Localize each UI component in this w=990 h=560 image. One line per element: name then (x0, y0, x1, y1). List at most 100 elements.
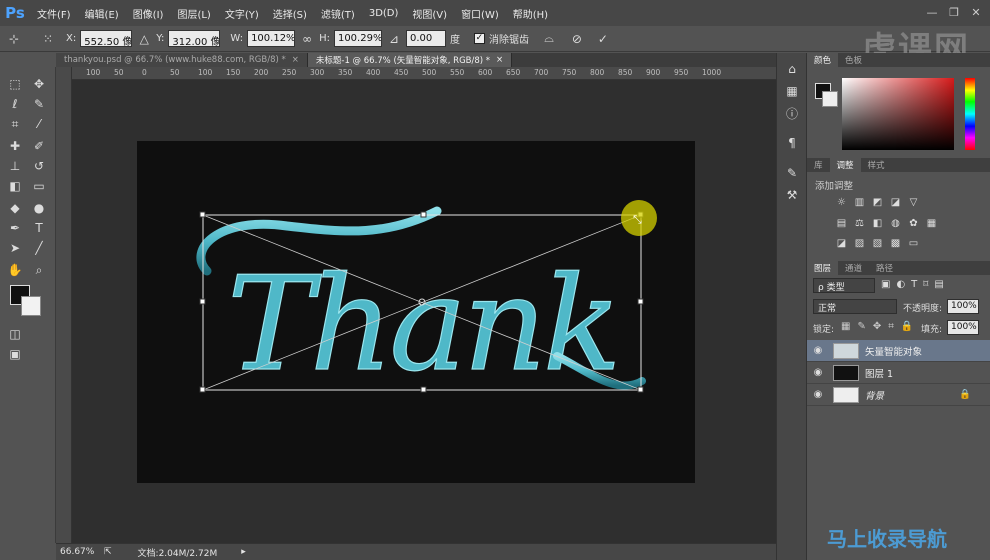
menu-image[interactable]: 图像(I) (126, 6, 171, 21)
color-picker-field[interactable] (842, 78, 954, 150)
export-icon[interactable]: ⇱ (104, 547, 112, 557)
fill-input[interactable]: 100% (947, 320, 979, 335)
close-icon[interactable]: × (292, 55, 299, 65)
layer-row-background[interactable]: ◉ 背景 🔒 (807, 384, 990, 406)
hand-tool-icon[interactable]: ✋ (4, 261, 26, 279)
layer-row-layer1[interactable]: ◉ 图层 1 (807, 362, 990, 384)
marquee-tool-icon[interactable]: ⬚ (4, 75, 26, 93)
menu-select[interactable]: 选择(S) (266, 6, 314, 21)
eyedropper-tool-icon[interactable]: ⁄ (28, 115, 50, 133)
selective-color-icon[interactable]: ▭ (907, 237, 920, 249)
hue-saturation-icon[interactable]: ▤ (835, 217, 848, 229)
history-brush-tool-icon[interactable]: ↺ (28, 157, 50, 175)
menu-type[interactable]: 文字(Y) (218, 6, 266, 21)
paragraph-panel-icon[interactable]: ¶ (784, 135, 800, 151)
cancel-transform-icon[interactable]: ⊘ (569, 31, 585, 47)
menu-help[interactable]: 帮助(H) (506, 6, 555, 21)
zoom-tool-icon[interactable]: ⌕ (28, 261, 50, 279)
tab-layers[interactable]: 图层 (807, 261, 839, 275)
color-lookup-icon[interactable]: ▦ (925, 217, 938, 229)
y-position-input[interactable]: 312.00 像素 (168, 30, 221, 47)
photo-filter-icon[interactable]: ◍ (889, 217, 902, 229)
clone-stamp-tool-icon[interactable]: ⊥ (4, 157, 26, 175)
line-tool-icon[interactable]: ╱ (28, 239, 50, 257)
vibrance-icon[interactable]: ▽ (907, 196, 920, 208)
gradient-map-icon[interactable]: ▩ (889, 237, 902, 249)
menu-file[interactable]: 文件(F) (30, 6, 78, 21)
width-input[interactable]: 100.12% (247, 30, 296, 47)
exposure-icon[interactable]: ◪ (889, 196, 902, 208)
black-white-icon[interactable]: ◧ (871, 217, 884, 229)
properties-panel-icon[interactable]: ▦ (784, 83, 800, 99)
posterize-icon[interactable]: ▨ (853, 237, 866, 249)
levels-icon[interactable]: ▥ (853, 196, 866, 208)
menu-3d[interactable]: 3D(D) (362, 8, 406, 19)
move-tool-icon[interactable]: ✥ (28, 75, 50, 93)
color-balance-icon[interactable]: ⚖ (853, 217, 866, 229)
tab-channels[interactable]: 通道 (838, 261, 869, 275)
warp-mode-icon[interactable]: ⌓ (541, 31, 557, 47)
status-menu-arrow-icon[interactable]: ▸ (241, 547, 246, 557)
path-select-tool-icon[interactable]: ➤ (4, 239, 26, 257)
lock-icons[interactable]: ▦✎✥⌗🔒 (841, 321, 920, 332)
pen-tool-icon[interactable]: ✒ (4, 219, 26, 237)
tool-presets-icon[interactable]: ⚒ (784, 187, 800, 203)
x-position-input[interactable]: 552.50 像素 (80, 30, 133, 47)
commit-transform-icon[interactable]: ✓ (595, 31, 611, 47)
eye-icon[interactable]: ◉ (807, 367, 829, 378)
hue-slider[interactable] (965, 78, 975, 150)
zoom-level[interactable]: 66.67% (60, 547, 96, 557)
tab-paths[interactable]: 路径 (869, 261, 900, 275)
eye-icon[interactable]: ◉ (807, 345, 829, 356)
color-bg-swatch[interactable] (822, 91, 838, 107)
crop-tool-icon[interactable]: ⌗ (4, 115, 26, 133)
blur-tool-icon[interactable]: ◆ (4, 199, 26, 217)
restore-button[interactable]: ❐ (944, 3, 964, 21)
menu-filter[interactable]: 滤镜(T) (314, 6, 362, 21)
brush-tool-icon[interactable]: ✐ (28, 137, 50, 155)
quick-select-tool-icon[interactable]: ✎ (28, 95, 50, 113)
tab-thankyou[interactable]: thankyou.psd @ 66.7% (www.huke88.com, RG… (56, 53, 308, 67)
tab-adjustments[interactable]: 调整 (829, 158, 861, 172)
antialias-checkbox[interactable]: ✓ (473, 33, 485, 44)
eraser-tool-icon[interactable]: ◧ (4, 177, 26, 195)
invert-icon[interactable]: ◪ (835, 237, 848, 249)
layer-kind-filter[interactable]: ρ 类型 (813, 278, 875, 293)
layer-row-smart-object[interactable]: ◉ 矢量智能对象 (807, 340, 990, 362)
tab-color[interactable]: 颜色 (807, 53, 839, 67)
minimize-button[interactable]: — (922, 3, 942, 21)
menu-layer[interactable]: 图层(L) (170, 6, 217, 21)
brightness-icon[interactable]: ☼ (835, 196, 848, 208)
relative-position-icon[interactable]: △ (136, 31, 152, 47)
close-button[interactable]: ✕ (966, 3, 986, 21)
history-panel-icon[interactable]: ⌂ (784, 61, 800, 77)
reference-point-icon[interactable]: ⁙ (40, 31, 56, 47)
quick-mask-icon[interactable]: ◫ (4, 325, 26, 343)
type-tool-icon[interactable]: T (28, 219, 50, 237)
link-aspect-icon[interactable]: ∞ (299, 31, 315, 47)
menu-edit[interactable]: 编辑(E) (78, 6, 126, 21)
tab-styles[interactable]: 样式 (861, 158, 892, 172)
dodge-tool-icon[interactable]: ● (28, 199, 50, 217)
opacity-input[interactable]: 100% (947, 299, 979, 314)
close-icon[interactable]: × (496, 55, 503, 65)
brush-panel-icon[interactable]: ✎ (784, 165, 800, 181)
tab-libraries[interactable]: 库 (807, 158, 830, 172)
threshold-icon[interactable]: ▧ (871, 237, 884, 249)
transform-tool-icon[interactable]: ⊹ (6, 31, 22, 47)
tab-untitled[interactable]: 未标题-1 @ 66.7% (矢量智能对象, RGB/8) * × (307, 53, 513, 67)
tab-swatches[interactable]: 色板 (838, 53, 869, 67)
lasso-tool-icon[interactable]: ℓ (4, 95, 26, 113)
document-canvas[interactable]: Thank ⤡ (137, 141, 695, 483)
background-color-swatch[interactable] (21, 296, 41, 316)
angle-input[interactable]: 0.00 (405, 30, 446, 47)
height-input[interactable]: 100.29% (333, 30, 382, 47)
info-panel-icon[interactable]: ⓘ (784, 105, 800, 121)
channel-mixer-icon[interactable]: ✿ (907, 217, 920, 229)
curves-icon[interactable]: ◩ (871, 196, 884, 208)
blend-mode-select[interactable]: 正常 (813, 299, 897, 314)
screen-mode-icon[interactable]: ▣ (4, 345, 26, 363)
eye-icon[interactable]: ◉ (807, 389, 829, 400)
healing-brush-tool-icon[interactable]: ✚ (4, 137, 26, 155)
gradient-tool-icon[interactable]: ▭ (28, 177, 50, 195)
